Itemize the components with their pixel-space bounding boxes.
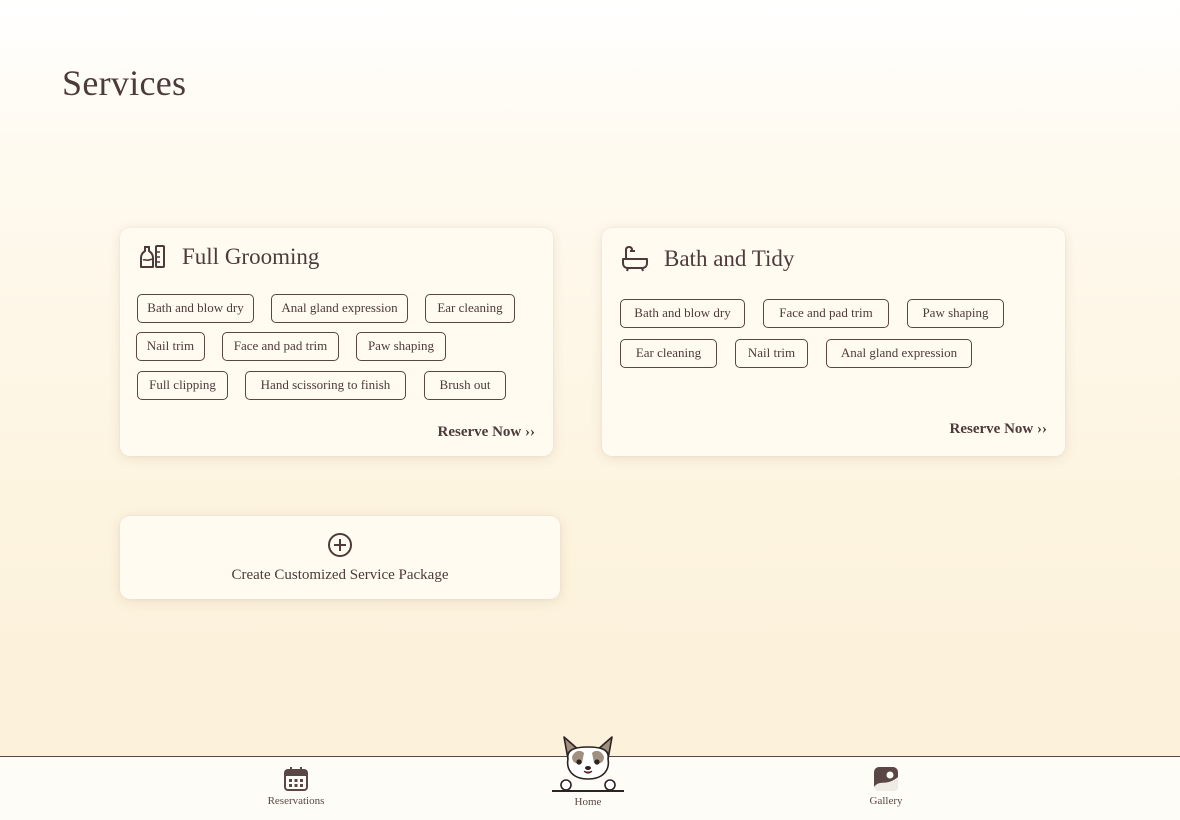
grooming-bottles-icon [140, 245, 165, 268]
bathtub-icon [622, 245, 648, 272]
reserve-now-button[interactable]: Reserve Now ›› [950, 421, 1047, 438]
image-icon [874, 767, 898, 791]
service-tag: Bath and blow dry [620, 299, 745, 328]
create-package-button[interactable]: Create Customized Service Package [120, 516, 560, 599]
plus-circle-icon [328, 533, 352, 557]
card-title: Full Grooming [182, 244, 320, 269]
bottom-nav: Reservations Home Gallery [0, 736, 1180, 820]
nav-label: Home [574, 796, 602, 808]
corgi-icon [552, 736, 624, 792]
nav-item-gallery[interactable]: Gallery [836, 765, 936, 807]
service-tag: Brush out [424, 371, 506, 400]
service-tag: Nail trim [136, 332, 205, 361]
nav-item-home[interactable]: Home [538, 735, 638, 808]
service-tag: Face and pad trim [763, 299, 889, 328]
service-tag: Anal gland expression [826, 339, 972, 368]
service-tag: Ear cleaning [620, 339, 717, 368]
service-tag: Anal gland expression [271, 294, 408, 323]
page-title: Services [62, 63, 187, 103]
calendar-icon [284, 767, 308, 791]
service-tag: Paw shaping [356, 332, 446, 361]
service-tag: Paw shaping [907, 299, 1004, 328]
nav-label: Gallery [869, 795, 903, 807]
create-package-label: Create Customized Service Package [231, 567, 449, 583]
service-tag: Full clipping [137, 371, 228, 400]
reserve-now-button[interactable]: Reserve Now ›› [438, 424, 535, 441]
service-tag: Face and pad trim [222, 332, 339, 361]
service-tag: Bath and blow dry [137, 294, 254, 323]
nav-item-reservations[interactable]: Reservations [246, 765, 346, 807]
nav-label: Reservations [267, 795, 325, 807]
service-card-bath-and-tidy: Bath and Tidy Bath and blow dry Face and… [602, 228, 1065, 456]
service-tag: Hand scissoring to finish [245, 371, 406, 400]
service-card-full-grooming: Full Grooming Bath and blow dry Anal gla… [120, 228, 553, 456]
service-tag: Ear cleaning [425, 294, 515, 323]
service-tag: Nail trim [735, 339, 808, 368]
card-title: Bath and Tidy [664, 246, 795, 271]
